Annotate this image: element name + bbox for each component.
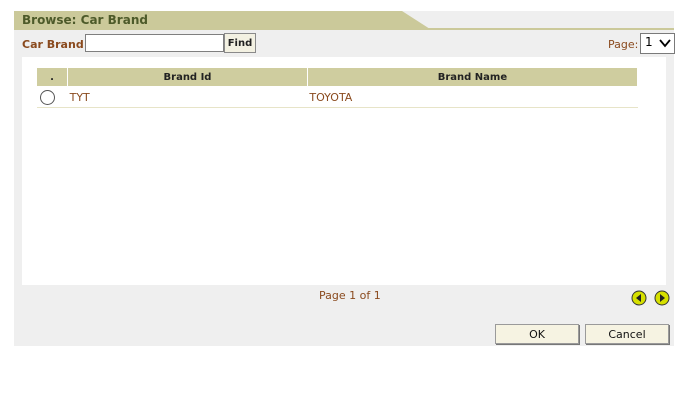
page-select[interactable]: 1 [640,33,675,54]
chevron-down-icon [659,39,671,48]
page-label: Page: [608,38,639,51]
row-select-cell [36,86,68,108]
brand-name-cell: TOYOTA [307,86,638,108]
page-summary: Page 1 of 1 [319,289,381,302]
dialog-title: Browse: Car Brand [22,13,148,27]
page-select-value: 1 [645,35,653,49]
brand-id-cell: TYT [67,86,308,108]
results-panel: . Brand Id Brand Name TYT TOYOTA [22,57,666,285]
row-radio[interactable] [39,89,55,105]
prev-arrow-icon [631,290,647,306]
table-row[interactable]: TYT TOYOTA [36,86,638,108]
column-header-select: . [35,67,69,87]
title-divider [14,28,674,30]
car-brand-label: Car Brand : [22,38,92,51]
table-header-row: . Brand Id Brand Name [35,67,639,87]
column-header-brand-name[interactable]: Brand Name [306,67,639,87]
column-header-brand-id[interactable]: Brand Id [67,67,308,87]
ok-button[interactable]: OK [495,324,579,344]
car-brand-search-input[interactable] [85,34,224,52]
title-tab: Browse: Car Brand [14,11,430,29]
next-page-button[interactable] [654,290,670,306]
next-arrow-icon [654,290,670,306]
cancel-button[interactable]: Cancel [585,324,669,344]
brand-table: . Brand Id Brand Name TYT TOYOTA [35,67,639,108]
find-button[interactable]: Find [224,33,256,53]
prev-page-button[interactable] [631,290,647,306]
